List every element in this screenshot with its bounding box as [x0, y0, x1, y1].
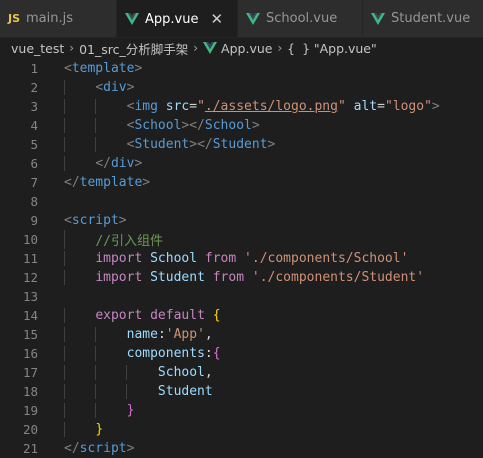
line-content: name:'App', [38, 327, 483, 342]
tab-label: Student.vue [391, 11, 471, 26]
code-line: 4 <School></School> [0, 116, 483, 135]
braces-icon: { } [287, 40, 310, 56]
line-number: 2 [30, 80, 38, 95]
breadcrumb: vue_test › 01_src_分析脚手架 › App.vue › { } … [0, 38, 483, 58]
line-number: 17 [22, 365, 38, 380]
code-line: 1 <template> [0, 59, 483, 78]
code-line: 11 import School from './components/Scho… [0, 249, 483, 268]
code-editor[interactable]: 1 <template> 2 <div> 3 <img src="./asset… [0, 58, 483, 458]
line-number: 7 [30, 175, 38, 190]
line-number: 19 [22, 403, 38, 418]
line-number: 1 [30, 61, 38, 76]
chevron-right-icon: › [277, 41, 283, 55]
code-line: 13 [0, 287, 483, 306]
line-number: 11 [22, 251, 38, 266]
line-content: <template> [64, 61, 143, 76]
code-line: 10 //引入组件 [0, 230, 483, 249]
code-line: 2 <div> [0, 78, 483, 97]
line-content: export default { [38, 308, 483, 323]
line-content: <img src="./assets/logo.png" alt="logo"> [38, 99, 483, 114]
js-icon: JS [8, 12, 21, 25]
code-line: 20 } [0, 420, 483, 439]
close-icon[interactable]: ✕ [210, 10, 223, 28]
code-line: 16 components:{ [0, 344, 483, 363]
line-content: <div> [38, 80, 483, 95]
line-number: 21 [22, 441, 38, 456]
line-number: 18 [22, 384, 38, 399]
code-line: 15 name:'App', [0, 325, 483, 344]
vue-icon [371, 12, 385, 25]
line-content: } [38, 403, 483, 418]
breadcrumb-folder[interactable]: 01_src_分析脚手架 [79, 39, 188, 58]
chevron-right-icon: › [193, 41, 199, 55]
vue-icon [203, 42, 218, 54]
line-number: 4 [30, 118, 38, 133]
code-line: 21 </script> [0, 439, 483, 458]
tab-school-vue[interactable]: School.vue [238, 0, 363, 37]
code-line: 7 </template> [0, 173, 483, 192]
code-line: 5 <Student></Student> [0, 135, 483, 154]
breadcrumb-project[interactable]: vue_test [11, 41, 64, 56]
line-number: 6 [30, 156, 38, 171]
breadcrumb-symbol[interactable]: "App.vue" [314, 41, 377, 56]
code-line: 14 export default { [0, 306, 483, 325]
tab-label: App.vue [145, 11, 199, 27]
line-number: 20 [22, 422, 38, 437]
code-line: 17 School, [0, 363, 483, 382]
line-content: <script> [64, 213, 127, 228]
line-content: components:{ [38, 346, 483, 361]
vue-icon [125, 13, 139, 25]
tab-app-vue[interactable]: App.vue ✕ [117, 0, 238, 37]
line-number: 14 [22, 308, 38, 323]
tab-student-vue[interactable]: Student.vue [363, 0, 483, 37]
code-line: 3 <img src="./assets/logo.png" alt="logo… [0, 97, 483, 116]
code-line: 9 <script> [0, 211, 483, 230]
line-content: //引入组件 [38, 230, 483, 249]
line-number: 8 [30, 194, 38, 209]
line-content: Student [38, 384, 483, 399]
line-number: 3 [30, 99, 38, 114]
tab-label: main.js [26, 11, 74, 26]
tab-main-js[interactable]: JS main.js [0, 0, 117, 37]
tab-label: School.vue [266, 11, 338, 26]
code-line: 19 } [0, 401, 483, 420]
line-content: School, [38, 365, 483, 380]
line-content: <Student></Student> [38, 137, 483, 152]
line-content: </template> [64, 175, 151, 190]
line-content: </div> [38, 156, 483, 171]
chevron-right-icon: › [69, 41, 75, 55]
line-number: 5 [30, 137, 38, 152]
vue-icon [246, 12, 260, 25]
line-content: </script> [64, 441, 135, 456]
line-number: 12 [22, 270, 38, 285]
line-content: import Student from './components/Studen… [38, 270, 483, 285]
line-content: <School></School> [38, 118, 483, 133]
code-line: 18 Student [0, 382, 483, 401]
line-number: 10 [22, 232, 38, 247]
line-number: 9 [30, 213, 38, 228]
line-number: 15 [22, 327, 38, 342]
line-content: import School from './components/School' [38, 251, 483, 266]
line-number: 16 [22, 346, 38, 361]
code-line: 6 </div> [0, 154, 483, 173]
breadcrumb-file[interactable]: App.vue [221, 41, 272, 56]
line-number: 13 [22, 289, 38, 304]
line-content: } [38, 422, 483, 437]
code-line: 8 [0, 192, 483, 211]
code-line: 12 import Student from './components/Stu… [0, 268, 483, 287]
editor-tab-bar: JS main.js App.vue ✕ School.vue Student.… [0, 0, 483, 38]
